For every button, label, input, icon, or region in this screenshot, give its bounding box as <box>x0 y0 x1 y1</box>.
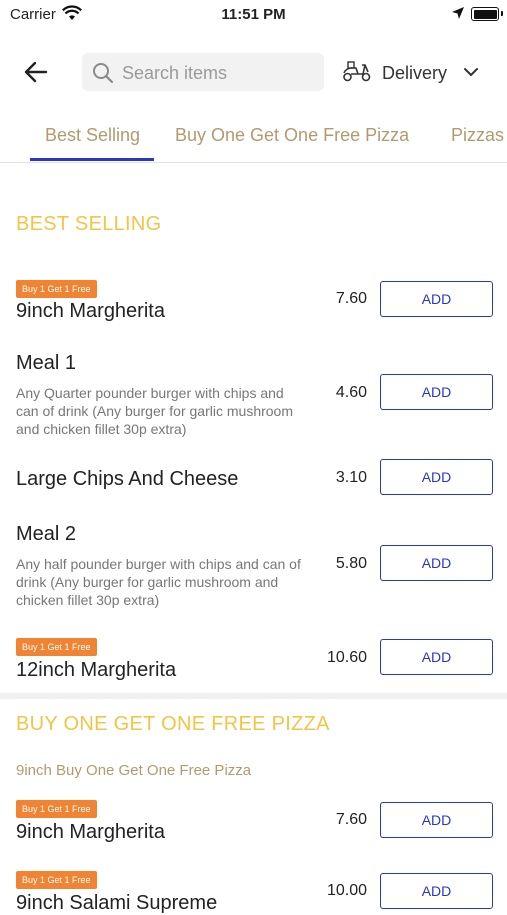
add-button[interactable]: ADD <box>380 545 493 581</box>
offer-badge: Buy 1 Get 1 Free <box>16 871 97 889</box>
item-name: Meal 1 <box>16 352 77 374</box>
add-button[interactable]: ADD <box>380 374 493 410</box>
item-description: Any half pounder burger with chips and c… <box>16 556 301 608</box>
item-price: 3.10 <box>335 469 367 486</box>
offer-badge: Buy 1 Get 1 Free <box>16 638 97 656</box>
battery-icon <box>471 7 499 21</box>
search-placeholder: Search items <box>122 63 228 83</box>
search-icon <box>92 62 114 89</box>
item-name: 9inch Margherita <box>16 821 165 843</box>
item-name: 9inch Margherita <box>16 300 165 322</box>
delivery-label: Delivery <box>382 63 448 83</box>
location-arrow-icon <box>451 6 465 25</box>
tab-buy-one-get-one-free-pizza[interactable]: Buy One Get One Free Pizza <box>175 125 409 146</box>
battery-tip <box>501 11 503 16</box>
item-price: 10.00 <box>326 882 367 899</box>
item-price: 5.80 <box>335 555 367 572</box>
add-button[interactable]: ADD <box>380 459 493 495</box>
menu-item: Large Chips And Cheese 3.10 ADD <box>0 458 507 498</box>
add-button[interactable]: ADD <box>380 281 493 317</box>
menu-item: Buy 1 Get 1 Free 9inch Salami Supreme 10… <box>0 871 507 914</box>
active-tab-indicator <box>30 158 154 161</box>
offer-badge: Buy 1 Get 1 Free <box>16 280 97 298</box>
item-price: 10.60 <box>326 649 367 666</box>
add-button[interactable]: ADD <box>380 802 493 838</box>
item-price: 4.60 <box>335 384 367 401</box>
search-input[interactable]: Search items <box>82 53 324 91</box>
item-price: 7.60 <box>335 811 367 828</box>
menu-item: Buy 1 Get 1 Free 9inch Margherita 7.60 A… <box>0 278 507 328</box>
item-description: Any Quarter pounder burger with chips an… <box>16 385 293 437</box>
section-title-bogof-pizza: BUY ONE GET ONE FREE PIZZA <box>16 713 330 735</box>
category-tabs: Best Selling Buy One Get One Free Pizza … <box>0 110 507 163</box>
menu-item: Buy 1 Get 1 Free 12inch Margherita 10.60… <box>0 637 507 687</box>
tab-pizzas[interactable]: Pizzas <box>451 125 504 146</box>
item-name: Large Chips And Cheese <box>16 468 239 490</box>
item-name: 12inch Margherita <box>16 659 177 681</box>
status-bar: Carrier 11:51 PM <box>0 0 507 30</box>
item-name: Meal 2 <box>16 523 77 545</box>
menu-item: Meal 2 Any half pounder burger with chip… <box>0 521 507 611</box>
item-price: 7.60 <box>335 290 367 307</box>
clock: 11:51 PM <box>221 6 286 23</box>
tab-best-selling[interactable]: Best Selling <box>45 125 140 146</box>
section-title-best-selling: BEST SELLING <box>16 213 162 235</box>
chevron-down-icon <box>462 63 480 86</box>
back-arrow-icon[interactable] <box>22 58 50 86</box>
offer-badge: Buy 1 Get 1 Free <box>16 800 97 818</box>
section-divider <box>0 693 507 699</box>
menu-item: Meal 1 Any Quarter pounder burger with c… <box>0 350 507 440</box>
subsection-title: 9inch Buy One Get One Free Pizza <box>16 762 252 779</box>
scooter-icon <box>342 59 372 88</box>
top-bar: Search items Delivery <box>0 50 507 94</box>
menu-item: Buy 1 Get 1 Free 9inch Margherita 7.60 A… <box>0 800 507 850</box>
item-name: 9inch Salami Supreme <box>16 892 218 914</box>
add-button[interactable]: ADD <box>380 639 493 675</box>
add-button[interactable]: ADD <box>380 873 493 909</box>
